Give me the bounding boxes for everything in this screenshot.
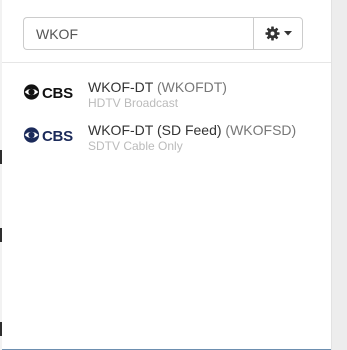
channel-result[interactable]: CBS WKOF-DT (SD Feed) (WKOFSD) SDTV Cabl… bbox=[23, 121, 323, 157]
cbs-eye-icon bbox=[23, 126, 40, 148]
network-logo: CBS bbox=[23, 83, 73, 105]
page: CBS WKOF-DT (WKOFDT) HDTV Broadcast CBS … bbox=[0, 0, 347, 350]
scrollbar[interactable] bbox=[331, 0, 347, 350]
channel-callsign: (WKOFDT) bbox=[156, 79, 227, 95]
search-bar bbox=[23, 17, 303, 50]
network-name: CBS bbox=[42, 128, 73, 145]
gear-icon bbox=[264, 26, 280, 41]
divider bbox=[2, 62, 331, 63]
channel-type: HDTV Broadcast bbox=[88, 96, 179, 110]
channel-name: WKOF-DT (SD Feed) bbox=[88, 122, 222, 138]
caret-down-icon bbox=[283, 31, 292, 36]
channel-search-panel bbox=[2, 0, 331, 350]
channel-type: SDTV Cable Only bbox=[88, 139, 183, 153]
channel-title: WKOF-DT (WKOFDT) bbox=[88, 79, 227, 96]
network-name: CBS bbox=[42, 85, 73, 102]
channel-result[interactable]: CBS WKOF-DT (WKOFDT) HDTV Broadcast bbox=[23, 78, 323, 114]
network-logo: CBS bbox=[23, 126, 73, 148]
channel-callsign: (WKOFSD) bbox=[225, 122, 297, 138]
channel-name: WKOF-DT bbox=[88, 79, 154, 95]
channel-title: WKOF-DT (SD Feed) (WKOFSD) bbox=[88, 122, 296, 139]
search-input[interactable] bbox=[23, 17, 253, 50]
cbs-eye-icon bbox=[23, 83, 40, 105]
settings-dropdown-button[interactable] bbox=[253, 17, 303, 50]
